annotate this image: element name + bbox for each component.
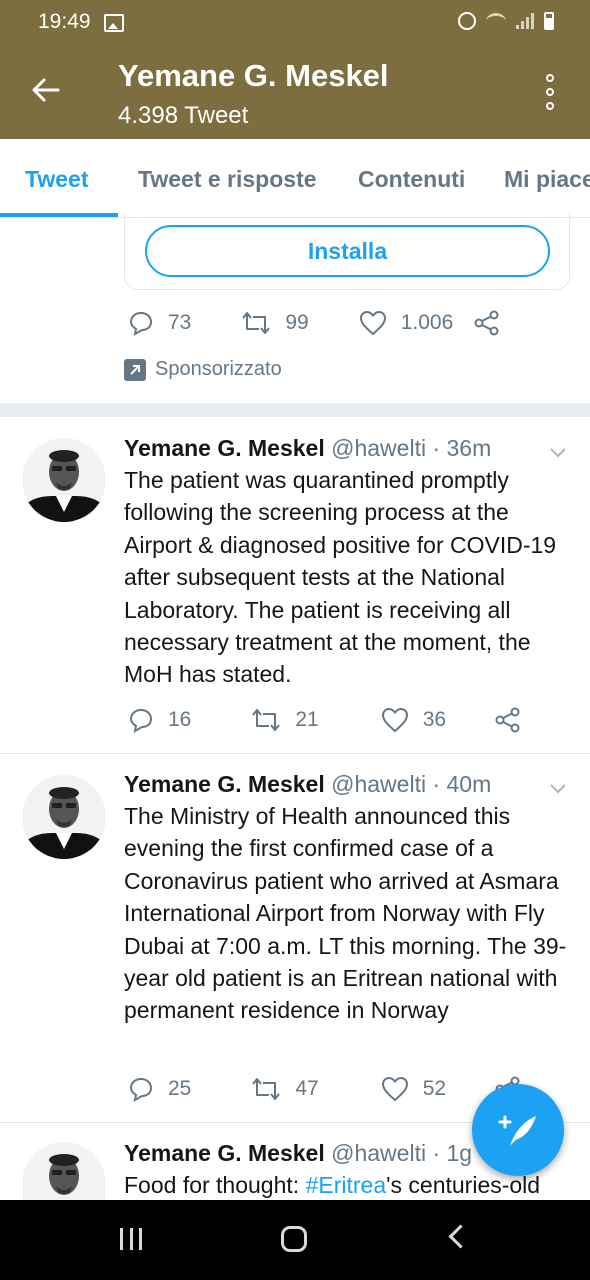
chevron-down-icon[interactable] bbox=[550, 444, 566, 460]
tweet-header: Yemane G. Meskel @hawelti · 36m bbox=[124, 435, 491, 462]
author-name[interactable]: Yemane G. Meskel bbox=[124, 1140, 325, 1166]
avatar[interactable] bbox=[22, 1142, 106, 1200]
section-gap bbox=[0, 403, 590, 417]
status-bar: 19:49 bbox=[0, 0, 590, 46]
reply-count: 73 bbox=[168, 311, 192, 334]
more-options-icon[interactable] bbox=[544, 74, 556, 110]
tweet-count: 4.398 Tweet bbox=[118, 102, 249, 129]
home-icon[interactable] bbox=[281, 1226, 307, 1252]
retweet-count: 99 bbox=[285, 311, 309, 334]
heart-icon bbox=[381, 707, 408, 733]
tweet-text: The Ministry of Health announced this ev… bbox=[124, 803, 567, 1024]
share-button[interactable] bbox=[473, 310, 501, 336]
battery-icon bbox=[544, 12, 554, 30]
promo-actions: 73 99 1.006 bbox=[128, 310, 501, 336]
heart-icon bbox=[381, 1076, 408, 1102]
profile-name: Yemane G. Meskel bbox=[118, 58, 389, 93]
retweet-count: 21 bbox=[295, 708, 319, 731]
back-icon[interactable] bbox=[448, 1224, 473, 1249]
tab-contenuti[interactable]: Contenuti bbox=[358, 166, 465, 193]
active-tab-indicator bbox=[0, 213, 118, 217]
reply-button[interactable]: 73 bbox=[128, 310, 191, 336]
profile-photo bbox=[22, 438, 106, 522]
reply-icon bbox=[129, 1077, 153, 1102]
status-icons bbox=[458, 12, 554, 30]
like-count: 52 bbox=[422, 1077, 447, 1100]
retweet-count: 47 bbox=[295, 1077, 319, 1100]
alarm-icon bbox=[458, 12, 476, 30]
promoted-arrow-icon bbox=[124, 358, 146, 381]
gallery-notification-icon bbox=[104, 14, 124, 32]
profile-photo bbox=[22, 1142, 106, 1200]
reply-button[interactable]: 16 bbox=[128, 707, 191, 733]
handle-time: @hawelti · 40m bbox=[331, 771, 492, 797]
wifi-icon bbox=[486, 12, 506, 30]
handle-time: @hawelti · 1g bbox=[331, 1140, 473, 1166]
profile-header: Yemane G. Meskel 4.398 Tweet bbox=[0, 46, 590, 139]
tab-tweet[interactable]: Tweet bbox=[25, 166, 88, 193]
system-nav-bar bbox=[0, 1200, 590, 1280]
tweet-actions: 16 21 36 bbox=[128, 707, 522, 733]
like-button[interactable]: 52 bbox=[381, 1076, 446, 1102]
retweet-button[interactable]: 21 bbox=[251, 707, 319, 733]
signal-icon bbox=[516, 13, 534, 29]
reply-count: 25 bbox=[168, 1077, 192, 1100]
tweet-actions: 25 47 52 bbox=[128, 1076, 522, 1102]
divider bbox=[0, 753, 590, 754]
tweet-text: The patient was quarantined promptly fol… bbox=[124, 467, 557, 688]
profile-tabs: Tweet Tweet e risposte Contenuti Mi piac… bbox=[0, 139, 590, 218]
profile-photo bbox=[22, 775, 106, 859]
retweet-icon bbox=[252, 709, 281, 731]
sponsored-text: Sponsorizzato bbox=[155, 358, 282, 380]
sponsored-label: Sponsorizzato bbox=[124, 358, 282, 381]
retweet-icon bbox=[242, 312, 271, 334]
back-arrow-icon[interactable] bbox=[30, 74, 62, 106]
like-count: 1.006 bbox=[400, 311, 454, 334]
retweet-button[interactable]: 99 bbox=[241, 310, 309, 336]
like-button[interactable]: 36 bbox=[381, 707, 446, 733]
author-name[interactable]: Yemane G. Meskel bbox=[124, 771, 325, 797]
reply-button[interactable]: 25 bbox=[128, 1076, 191, 1102]
share-icon bbox=[495, 707, 520, 733]
reply-count: 16 bbox=[168, 708, 192, 731]
tab-mi-piace[interactable]: Mi piace bbox=[504, 166, 590, 193]
compose-feather-icon bbox=[498, 1115, 536, 1146]
tweet-header: Yemane G. Meskel @hawelti · 1g bbox=[124, 1140, 472, 1167]
install-button[interactable]: Installa bbox=[145, 225, 550, 277]
reply-icon bbox=[129, 311, 153, 336]
avatar[interactable] bbox=[22, 438, 106, 522]
like-count: 36 bbox=[422, 708, 447, 731]
retweet-button[interactable]: 47 bbox=[251, 1076, 319, 1102]
handle-time: @hawelti · 36m bbox=[331, 435, 492, 461]
tab-tweet-e-risposte[interactable]: Tweet e risposte bbox=[138, 166, 317, 193]
reply-icon bbox=[129, 708, 153, 733]
heart-icon bbox=[359, 310, 386, 336]
share-button[interactable] bbox=[494, 707, 522, 733]
compose-tweet-button[interactable] bbox=[472, 1084, 564, 1176]
recent-apps-icon[interactable] bbox=[120, 1228, 142, 1250]
chevron-down-icon[interactable] bbox=[550, 780, 566, 796]
hashtag-link[interactable]: #Eritrea bbox=[306, 1172, 387, 1198]
retweet-icon bbox=[252, 1078, 281, 1100]
status-time: 19:49 bbox=[38, 10, 91, 33]
tweet-header: Yemane G. Meskel @hawelti · 40m bbox=[124, 771, 491, 798]
avatar[interactable] bbox=[22, 775, 106, 859]
tweet-text: Food for thought: #Eritrea's centuries-o… bbox=[124, 1169, 570, 1201]
share-icon bbox=[474, 310, 499, 336]
like-button[interactable]: 1.006 bbox=[359, 310, 454, 336]
tweet-text-part: Food for thought: bbox=[124, 1172, 306, 1198]
author-name[interactable]: Yemane G. Meskel bbox=[124, 435, 325, 461]
